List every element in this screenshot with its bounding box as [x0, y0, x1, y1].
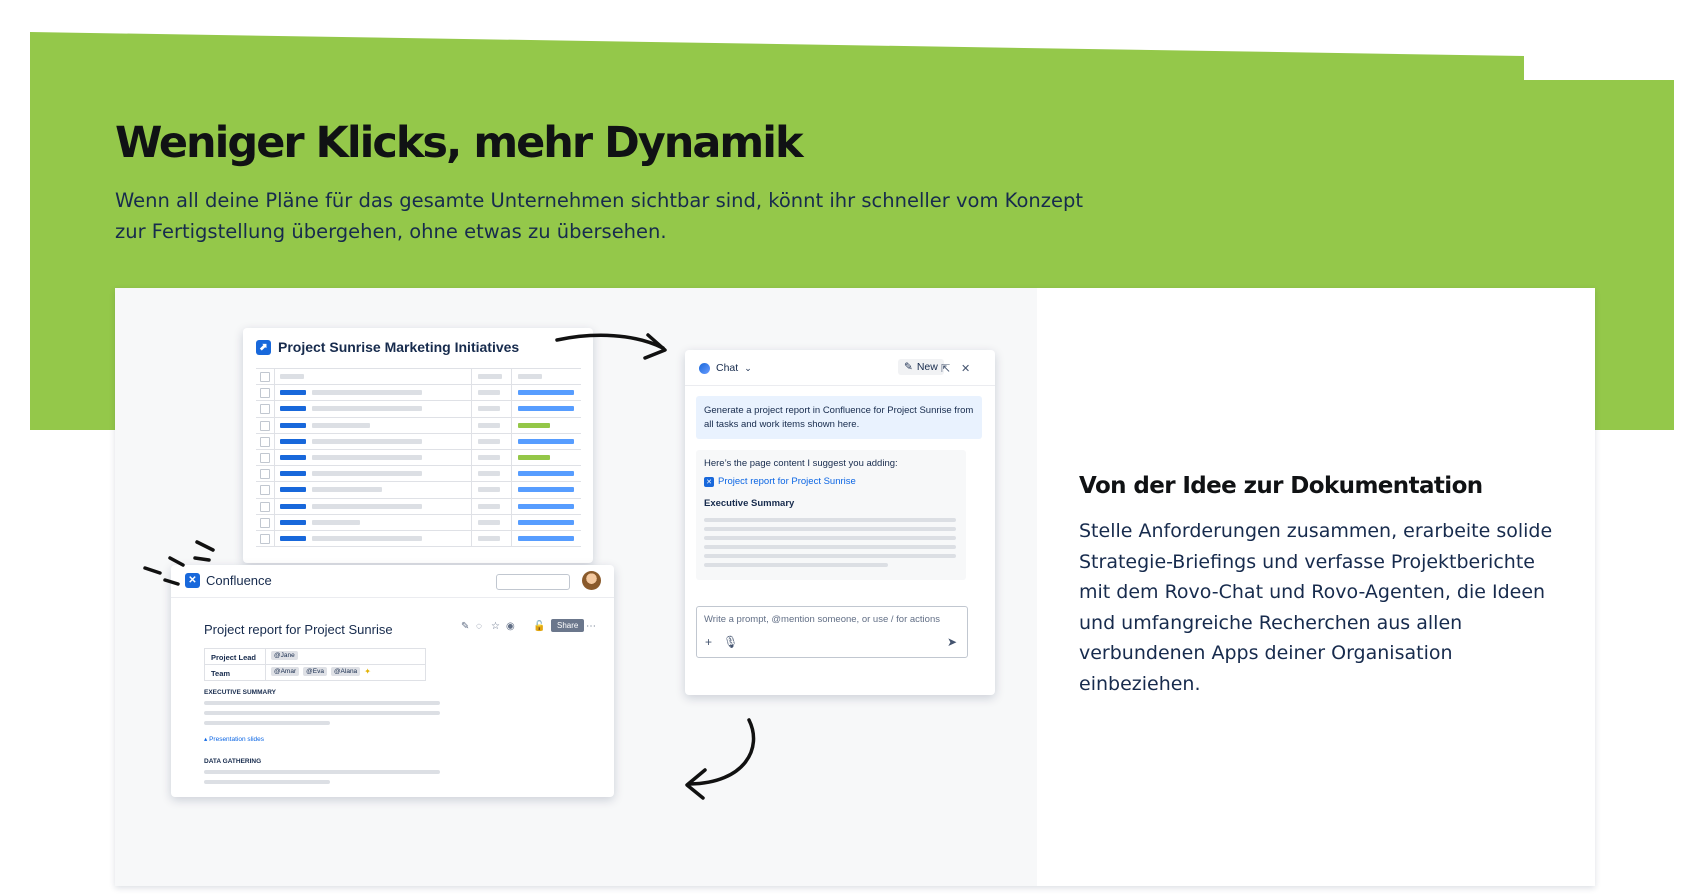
- hero-subtitle: Wenn all deine Pläne für das gesamte Unt…: [115, 189, 1084, 243]
- burst-mark: [193, 556, 211, 562]
- product-illustration: ⬈ Project Sunrise Marketing Initiatives: [115, 288, 1037, 886]
- arrow-jira-to-chat: [555, 333, 665, 350]
- hero-title: Weniger Klicks, mehr Dynamik: [115, 118, 804, 168]
- burst-mark: [163, 578, 180, 586]
- burst-mark: [195, 540, 215, 552]
- burst-mark: [143, 566, 162, 575]
- feature-card: ⬈ Project Sunrise Marketing Initiatives: [115, 288, 1595, 886]
- feature-title: Von der Idee zur Dokumentation: [1079, 473, 1483, 499]
- burst-mark: [168, 556, 185, 567]
- decorative-arrows: [143, 333, 756, 800]
- feature-description: Stelle Anforderungen zusammen, erarbeite…: [1079, 520, 1553, 695]
